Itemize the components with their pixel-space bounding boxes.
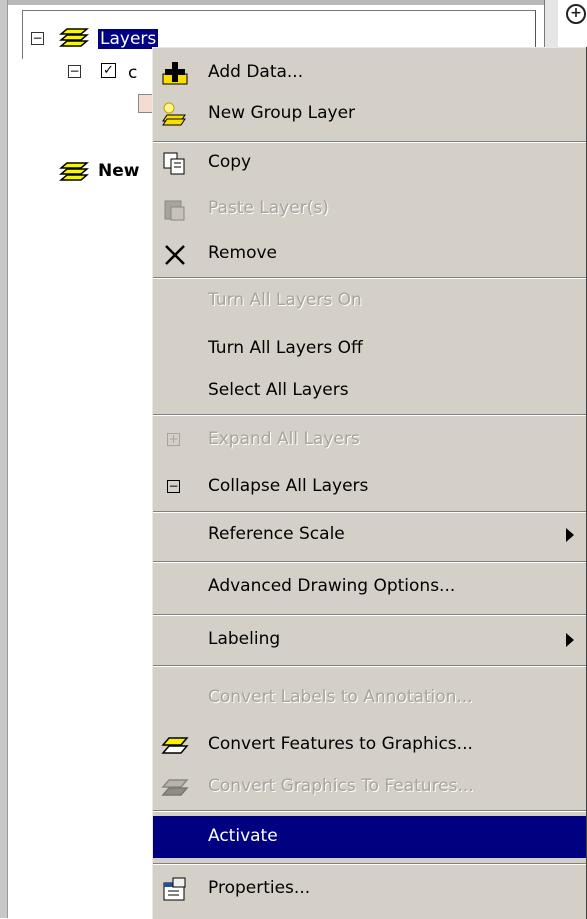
menu-item-reference-scale[interactable]: Reference Scale [153, 514, 586, 558]
menu-item-properties[interactable]: Properties... [153, 868, 586, 912]
menu-item-select-all-layers[interactable]: Select All Layers [153, 370, 586, 414]
remove-icon [165, 245, 185, 265]
layer-visibility-checkbox[interactable]: ✓ [101, 63, 116, 78]
add-data-circle-icon[interactable]: + [566, 4, 586, 24]
collapse-child-expander[interactable]: − [68, 65, 81, 78]
menu-item-turn-all-layers-on[interactable]: Turn All Layers On [153, 280, 586, 324]
new-group-layer-icon [162, 102, 186, 126]
menu-separator [153, 511, 586, 513]
context-menu: Add Data... New Group Layer Copy Paste L… [152, 47, 586, 919]
menu-item-labeling[interactable]: Labeling [153, 619, 586, 663]
collapse-icon: − [167, 479, 180, 493]
menu-item-convert-labels-to-annotation[interactable]: Convert Labels to Annotation... [153, 677, 586, 721]
convert-features-icon [161, 737, 189, 754]
menu-item-convert-graphics-to-features[interactable]: Convert Graphics To Features... [153, 766, 586, 810]
paste-icon [164, 200, 185, 221]
menu-item-expand-all-layers[interactable]: + Expand All Layers [153, 419, 586, 463]
properties-icon [163, 877, 186, 901]
menu-item-turn-all-layers-off[interactable]: Turn All Layers Off [153, 328, 586, 372]
copy-icon [163, 152, 185, 175]
toc-top-border [8, 0, 544, 5]
menu-item-add-data[interactable]: Add Data... [153, 52, 586, 96]
submenu-arrow-icon [566, 528, 574, 542]
menu-separator [153, 277, 586, 279]
menu-separator [153, 810, 586, 812]
menu-item-advanced-drawing-options[interactable]: Advanced Drawing Options... [153, 566, 586, 610]
menu-separator [153, 561, 586, 563]
menu-separator [153, 414, 586, 416]
menu-separator [153, 665, 586, 667]
window-frame-left [0, 0, 8, 918]
new-group-layer-label[interactable]: New [98, 161, 139, 181]
convert-graphics-icon [161, 779, 189, 796]
menu-item-activate[interactable]: Activate [153, 816, 586, 858]
collapse-layers-expander[interactable]: − [31, 32, 44, 45]
menu-item-collapse-all-layers[interactable]: − Collapse All Layers [153, 466, 586, 510]
tree-root-layers[interactable]: Layers [98, 29, 159, 49]
submenu-arrow-icon [566, 633, 574, 647]
menu-separator [153, 614, 586, 616]
symbol-swatch[interactable] [138, 94, 153, 113]
menu-item-remove[interactable]: Remove [153, 233, 586, 277]
menu-item-new-group-layer[interactable]: New Group Layer [153, 93, 586, 137]
menu-item-convert-features-to-graphics[interactable]: Convert Features to Graphics... [153, 724, 586, 768]
layers-icon [59, 28, 89, 47]
expand-icon: + [167, 432, 180, 446]
child-layer-label[interactable]: c [128, 63, 137, 83]
menu-item-paste-layers[interactable]: Paste Layer(s) [153, 188, 586, 232]
add-data-icon [162, 62, 188, 85]
layers-icon-new-group [59, 162, 89, 181]
menu-item-copy[interactable]: Copy [153, 142, 586, 186]
menu-separator [153, 863, 586, 865]
